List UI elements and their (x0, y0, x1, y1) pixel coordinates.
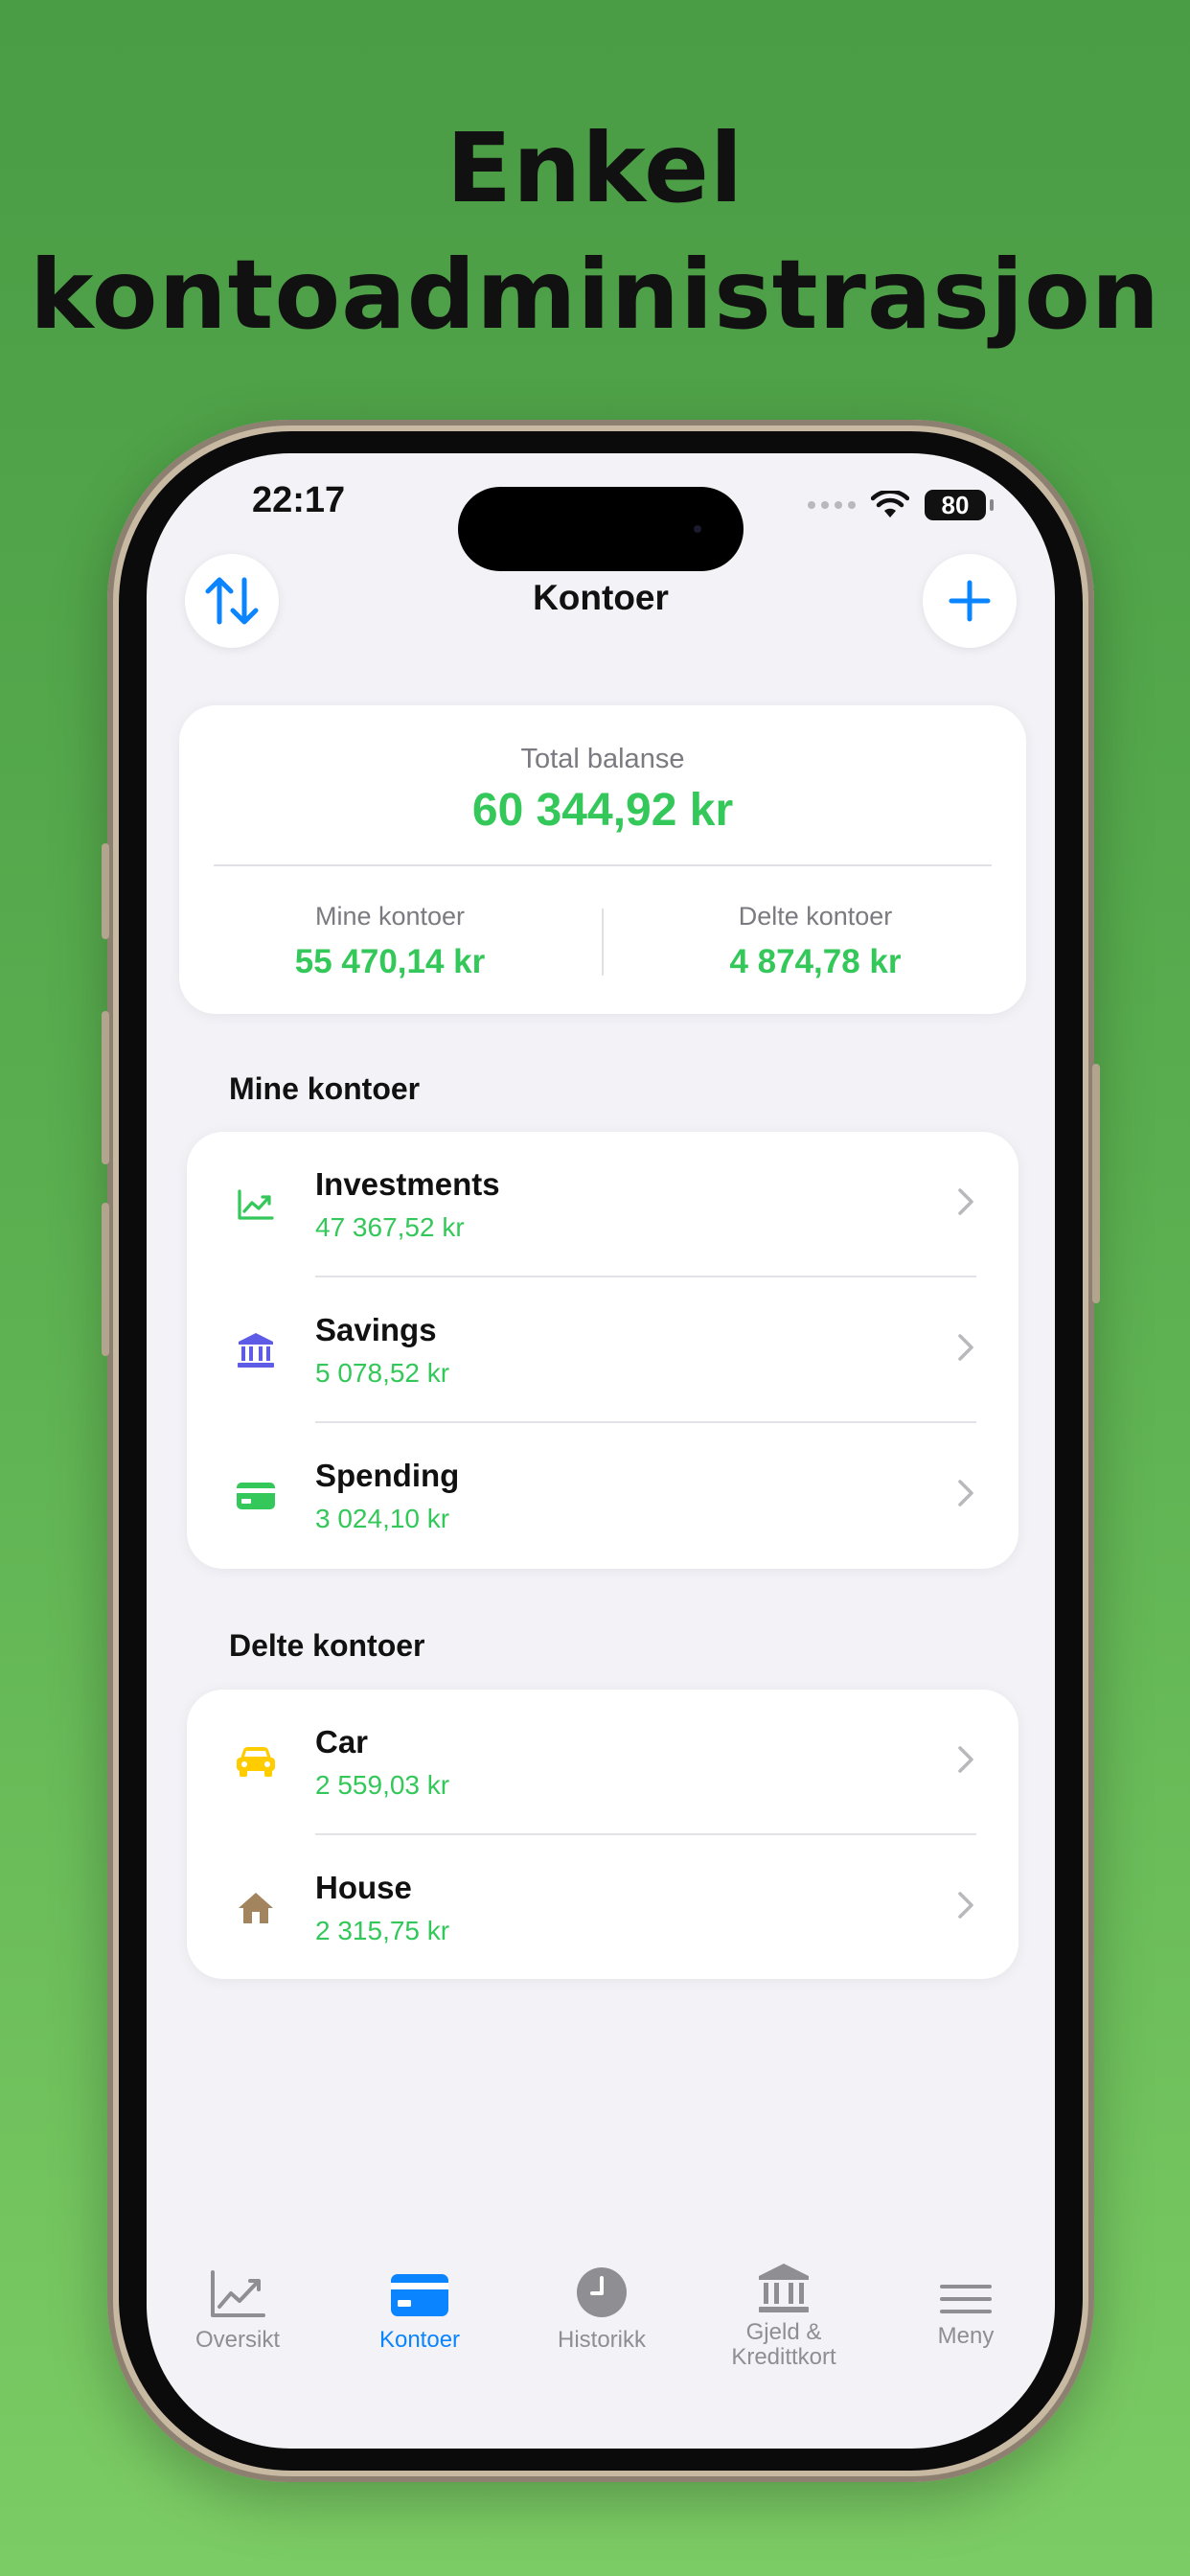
account-row-spending[interactable]: Spending 3 024,10 kr (187, 1423, 1018, 1569)
tab-meny[interactable]: Meny (875, 2255, 1055, 2349)
account-amount: 47 367,52 kr (315, 1212, 465, 1242)
status-indicators: 80 (808, 490, 994, 520)
mine-summary: Mine kontoer 55 470,14 kr (179, 902, 601, 981)
account-amount: 2 315,75 kr (315, 1916, 450, 1945)
tab-label: Oversikt (195, 2327, 280, 2353)
shared-summary-value: 4 874,78 kr (729, 943, 902, 980)
account-row-car[interactable]: Car 2 559,03 kr (187, 1690, 1018, 1835)
total-balance-value: 60 344,92 kr (471, 785, 734, 836)
shared-summary: Delte kontoer 4 874,78 kr (605, 902, 1026, 981)
shared-summary-label: Delte kontoer (738, 902, 893, 931)
clock-icon (511, 2255, 693, 2318)
account-name: Car (315, 1724, 369, 1760)
menu-icon (875, 2255, 1055, 2314)
divider (602, 908, 604, 976)
tab-label: Historikk (557, 2327, 646, 2353)
balance-summary-card: Total balanse 60 344,92 kr Mine kontoer … (179, 705, 1026, 1014)
wifi-icon (871, 491, 909, 518)
mine-section-title: Mine kontoer (229, 1071, 421, 1106)
volume-down-button (102, 1203, 109, 1356)
dynamic-island (458, 487, 744, 571)
tab-oversikt[interactable]: Oversikt (147, 2255, 329, 2353)
battery-icon: 80 (925, 490, 994, 520)
chevron-right-icon (958, 1334, 973, 1361)
action-button (102, 843, 109, 939)
account-row-savings[interactable]: Savings 5 078,52 kr (187, 1277, 1018, 1423)
chevron-right-icon (958, 1480, 973, 1506)
account-name: Investments (315, 1166, 500, 1202)
bank-icon (235, 1329, 277, 1371)
page-title: Kontoer (533, 578, 669, 617)
chart-icon (147, 2255, 329, 2318)
phone-screen: 22:17 80 Kontoer Total balanse 60 344,92… (147, 453, 1055, 2449)
tab-gjeld-kredittkort[interactable]: Gjeld & Kredittkort (693, 2255, 875, 2370)
credit-card-icon (235, 1475, 277, 1517)
plus-icon (949, 580, 991, 622)
account-row-investments[interactable]: Investments 47 367,52 kr (187, 1132, 1018, 1277)
chevron-right-icon (958, 1746, 973, 1773)
mine-accounts-list: Investments 47 367,52 kr Savings 5 078,5… (187, 1132, 1018, 1569)
shared-section-title: Delte kontoer (229, 1628, 425, 1663)
status-time: 22:17 (252, 480, 346, 520)
tab-label: Gjeld & Kredittkort (731, 2319, 836, 2370)
tab-kontoer[interactable]: Kontoer (329, 2255, 511, 2353)
chevron-right-icon (958, 1892, 973, 1919)
shared-accounts-list: Car 2 559,03 kr House 2 315,75 kr (187, 1690, 1018, 1979)
account-amount: 2 559,03 kr (315, 1770, 450, 1800)
add-account-button[interactable] (923, 554, 1017, 648)
account-name: Spending (315, 1458, 460, 1493)
tab-label: Meny (937, 2323, 995, 2349)
house-icon (235, 1887, 277, 1929)
total-balance-label: Total balanse (520, 744, 685, 774)
car-icon (235, 1741, 277, 1783)
account-name: Savings (315, 1312, 437, 1347)
account-amount: 3 024,10 kr (315, 1504, 450, 1533)
tab-historikk[interactable]: Historikk (511, 2255, 693, 2353)
power-button (1092, 1064, 1100, 1303)
signal-dots-icon (808, 501, 856, 509)
headline: Enkel kontoadministrasjon (0, 105, 1190, 358)
account-row-house[interactable]: House 2 315,75 kr (187, 1835, 1018, 1981)
chevron-right-icon (958, 1188, 973, 1215)
tab-label: Kontoer (378, 2327, 461, 2353)
tab-bar: Oversikt Kontoer Historikk Gjeld & Kredi… (147, 2255, 1055, 2449)
headline-line1: Enkel (446, 112, 744, 224)
chart-up-icon (235, 1184, 277, 1226)
mine-summary-value: 55 470,14 kr (294, 943, 486, 980)
account-amount: 5 078,52 kr (315, 1358, 450, 1388)
volume-up-button (102, 1011, 109, 1164)
bank-icon (693, 2255, 875, 2314)
headline-line2: kontoadministrasjon (29, 239, 1161, 351)
card-icon (329, 2255, 511, 2318)
mine-summary-label: Mine kontoer (314, 902, 466, 931)
divider (214, 864, 992, 866)
account-name: House (315, 1870, 412, 1905)
